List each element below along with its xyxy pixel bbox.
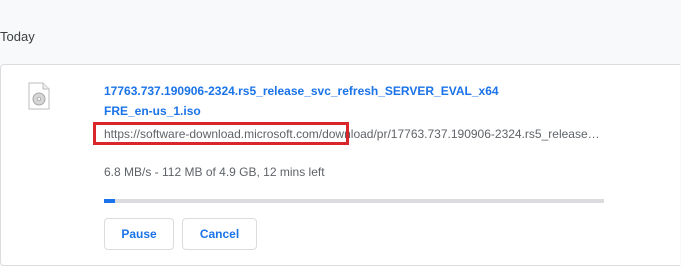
- domain-highlight-box: [93, 122, 349, 145]
- section-header-today: Today: [0, 29, 35, 44]
- download-item: 17763.737.190906-2324.rs5_release_svc_re…: [0, 64, 680, 266]
- download-status: 6.8 MB/s - 112 MB of 4.9 GB, 12 mins lef…: [104, 165, 325, 179]
- progress-bar: [104, 199, 604, 203]
- pause-button[interactable]: Pause: [104, 218, 174, 250]
- disc-image-file-icon: [28, 82, 50, 110]
- cancel-button[interactable]: Cancel: [182, 218, 257, 250]
- progress-bar-fill: [104, 199, 115, 203]
- file-name-link[interactable]: 17763.737.190906-2324.rs5_release_svc_re…: [104, 81, 504, 121]
